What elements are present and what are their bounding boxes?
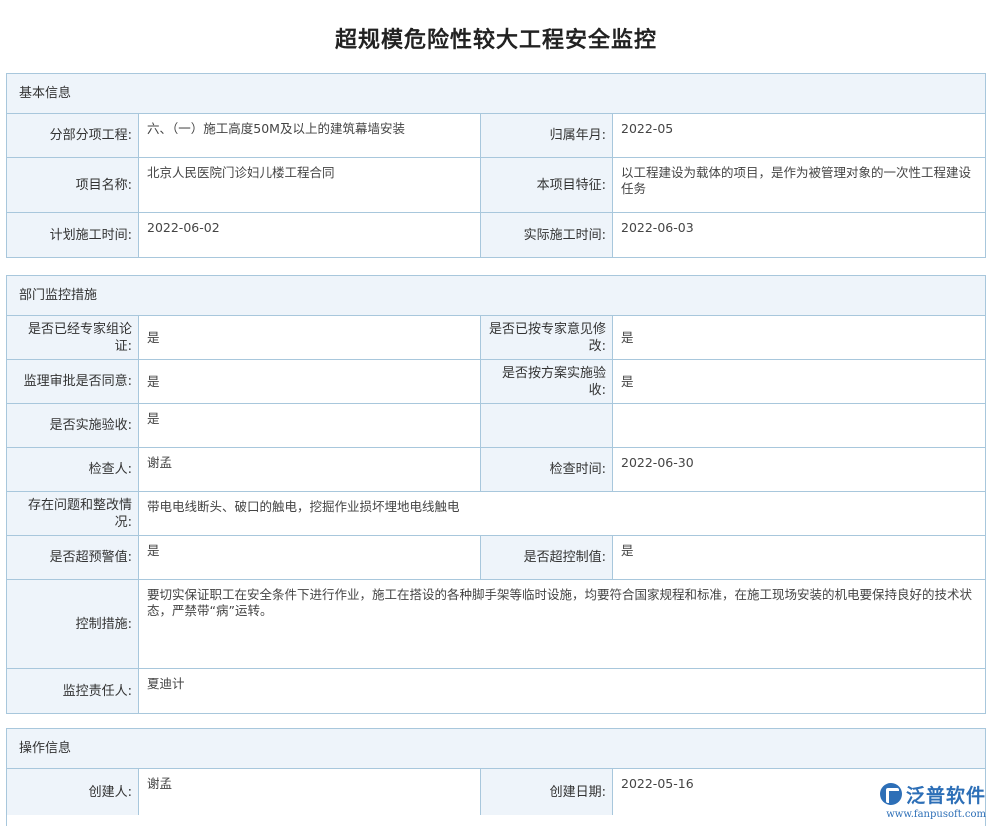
revised-value: 是 bbox=[613, 316, 985, 359]
inspect-date-label: 检查时间: bbox=[481, 448, 613, 491]
feature-label: 本项目特征: bbox=[481, 158, 613, 212]
row-project-name: 项目名称: 北京人民医院门诊妇儿楼工程合同 本项目特征: 以工程建设为载体的项目… bbox=[7, 158, 985, 213]
row-issue: 存在问题和整改情况: 带电电线断头、破口的触电，挖掘作业损坏埋地电线触电 bbox=[7, 492, 985, 536]
control-limit-label: 是否超控制值: bbox=[481, 536, 613, 579]
sub-project-value: 六、（一）施工高度50M及以上的建筑幕墙安装 bbox=[139, 114, 481, 157]
issue-label: 存在问题和整改情况: bbox=[7, 492, 139, 535]
creator-value: 谢孟 bbox=[139, 769, 481, 815]
monitor-header: 部门监控措施 bbox=[7, 276, 985, 316]
expert-label: 是否已经专家组论证: bbox=[7, 316, 139, 359]
responsible-value: 夏迪计 bbox=[139, 669, 985, 713]
control-limit-value: 是 bbox=[613, 536, 985, 579]
actual-date-value: 2022-06-03 bbox=[613, 213, 985, 257]
project-name-value: 北京人民医院门诊妇儿楼工程合同 bbox=[139, 158, 481, 212]
row-sub-project: 分部分项工程: 六、（一）施工高度50M及以上的建筑幕墙安装 归属年月: 202… bbox=[7, 114, 985, 158]
accept-label: 是否实施验收: bbox=[7, 404, 139, 447]
row-expert: 是否已经专家组论证: 是 是否已按专家意见修改: 是 bbox=[7, 316, 985, 360]
responsible-label: 监控责任人: bbox=[7, 669, 139, 713]
actual-date-label: 实际施工时间: bbox=[481, 213, 613, 257]
supervision-value: 是 bbox=[139, 360, 481, 403]
sub-project-label: 分部分项工程: bbox=[7, 114, 139, 157]
accept-value: 是 bbox=[139, 404, 481, 447]
row-creator: 创建人: 谢孟 创建日期: 2022-05-16 bbox=[7, 769, 985, 815]
row-dates: 计划施工时间: 2022-06-02 实际施工时间: 2022-06-03 bbox=[7, 213, 985, 257]
warning-value: 是 bbox=[139, 536, 481, 579]
plan-date-label: 计划施工时间: bbox=[7, 213, 139, 257]
brand-logo-icon bbox=[879, 783, 902, 805]
basic-info-section: 基本信息 分部分项工程: 六、（一）施工高度50M及以上的建筑幕墙安装 归属年月… bbox=[6, 73, 986, 258]
measures-value: 要切实保证职工在安全条件下进行作业，施工在搭设的各种脚手架等临时设施，均要符合国… bbox=[139, 580, 985, 668]
basic-info-header: 基本信息 bbox=[7, 74, 985, 114]
inspect-date-value: 2022-06-30 bbox=[613, 448, 985, 491]
revised-label: 是否已按专家意见修改: bbox=[481, 316, 613, 359]
month-value: 2022-05 bbox=[613, 114, 985, 157]
empty-value-cell bbox=[613, 404, 985, 447]
inspector-value: 谢孟 bbox=[139, 448, 481, 491]
project-name-label: 项目名称: bbox=[7, 158, 139, 212]
row-accept: 是否实施验收: 是 bbox=[7, 404, 985, 448]
brand-logo-url: www.fanpusoft.com bbox=[886, 808, 986, 820]
row-supervision: 监理审批是否同意: 是 是否按方案实施验收: 是 bbox=[7, 360, 985, 404]
row-measures: 控制措施: 要切实保证职工在安全条件下进行作业，施工在搭设的各种脚手架等临时设施… bbox=[7, 580, 985, 669]
row-responsible: 监控责任人: 夏迪计 bbox=[7, 669, 985, 713]
brand-logo-name: 泛普软件 bbox=[905, 784, 986, 807]
monitor-section: 部门监控措施 是否已经专家组论证: 是 是否已按专家意见修改: 是 监理审批是否… bbox=[6, 275, 986, 714]
supervision-label: 监理审批是否同意: bbox=[7, 360, 139, 403]
measures-label: 控制措施: bbox=[7, 580, 139, 668]
inspector-label: 检查人: bbox=[7, 448, 139, 491]
expert-value: 是 bbox=[139, 316, 481, 359]
empty-label-cell bbox=[481, 404, 613, 447]
plan-impl-label: 是否按方案实施验收: bbox=[481, 360, 613, 403]
row-warning: 是否超预警值: 是 是否超控制值: 是 bbox=[7, 536, 985, 580]
warning-label: 是否超预警值: bbox=[7, 536, 139, 579]
plan-impl-value: 是 bbox=[613, 360, 985, 403]
issue-value: 带电电线断头、破口的触电，挖掘作业损坏埋地电线触电 bbox=[139, 492, 985, 535]
operation-section: 操作信息 创建人: 谢孟 创建日期: 2022-05-16 bbox=[6, 728, 986, 826]
row-inspector: 检查人: 谢孟 检查时间: 2022-06-30 bbox=[7, 448, 985, 492]
plan-date-value: 2022-06-02 bbox=[139, 213, 481, 257]
brand-logo: 泛普软件 www.fanpusoft.com bbox=[862, 778, 986, 822]
operation-header: 操作信息 bbox=[7, 729, 985, 769]
month-label: 归属年月: bbox=[481, 114, 613, 157]
creator-label: 创建人: bbox=[7, 769, 139, 815]
page-title: 超规模危险性较大工程安全监控 bbox=[334, 28, 657, 53]
created-date-label: 创建日期: bbox=[481, 769, 613, 815]
feature-value: 以工程建设为载体的项目，是作为被管理对象的一次性工程建设任务 bbox=[613, 158, 985, 212]
